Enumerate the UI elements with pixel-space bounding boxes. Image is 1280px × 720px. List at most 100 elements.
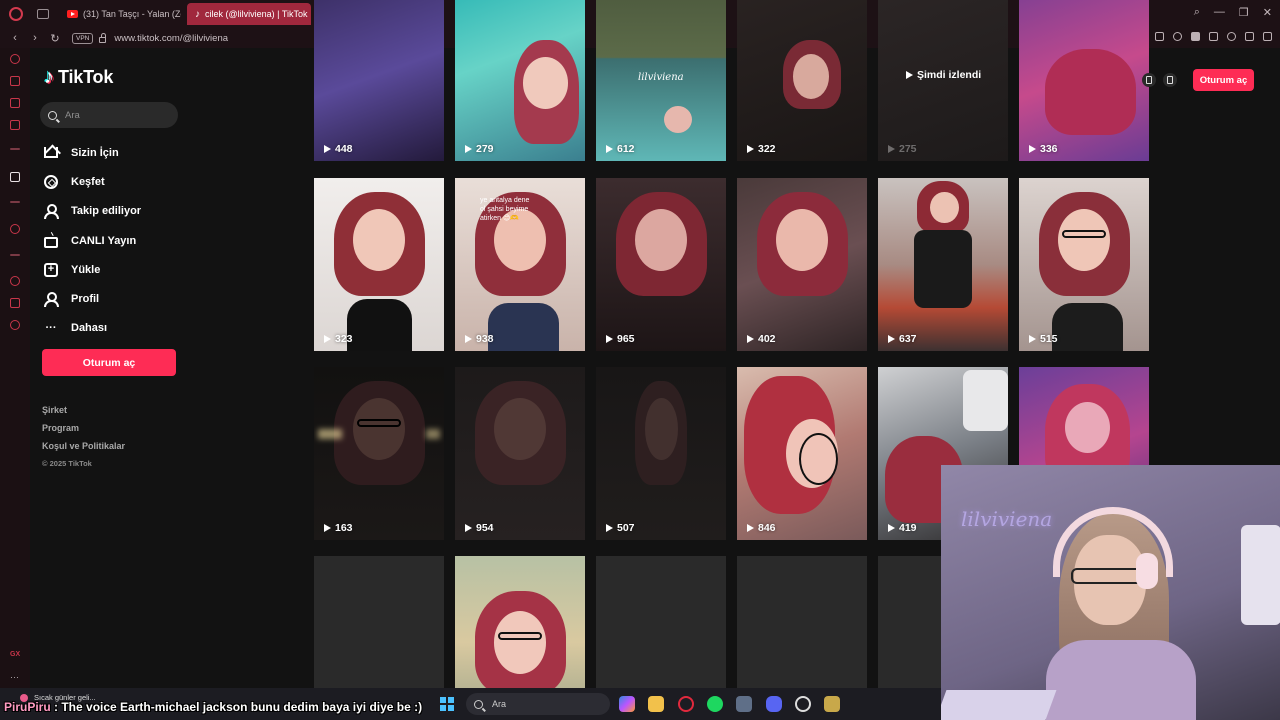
obs-icon[interactable] (795, 696, 811, 712)
sidebar-divider (10, 148, 20, 150)
nav-item-more[interactable]: ··· Dahası (44, 314, 141, 343)
search-tabs-icon[interactable]: ⌕ (1194, 6, 1200, 19)
video-thumbnail[interactable]: 965 (596, 178, 726, 351)
search-icon (474, 699, 483, 709)
video-thumbnail[interactable]: 323 (314, 178, 444, 351)
nav-item-live[interactable]: CANLI Yayın (44, 226, 141, 255)
thumb-art (962, 370, 1008, 431)
download-icon[interactable] (1245, 32, 1254, 41)
video-thumbnail[interactable]: Şimdi izlendi 275 (878, 0, 1008, 161)
live-icon (44, 234, 58, 248)
vpn-badge[interactable]: VPN (72, 32, 94, 44)
footer-program-link[interactable]: Program (42, 422, 125, 440)
copilot-icon[interactable] (619, 696, 635, 712)
thumb-art (1045, 48, 1136, 136)
video-thumbnail[interactable]: 954 (455, 367, 585, 540)
player-icon[interactable] (1155, 32, 1164, 41)
player-sidebar-icon[interactable] (10, 224, 20, 234)
coins-icon[interactable] (1142, 73, 1156, 87)
webcam-art (1046, 640, 1196, 720)
taskbar-search[interactable]: Ara (466, 693, 610, 715)
tiktok-logo[interactable]: ♪ TikTok (44, 66, 113, 89)
tab-youtube[interactable]: (31) Tan Taşçı - Yalan (Ze (59, 3, 181, 25)
play-icon (465, 145, 472, 153)
extensions-sidebar-icon[interactable] (10, 298, 20, 308)
aria-icon[interactable] (10, 172, 20, 182)
tiktok-tab-icon: ♪ (195, 8, 200, 20)
thumb-art (346, 299, 412, 351)
ext-diamond-icon[interactable] (1191, 32, 1200, 41)
profile-avatar-icon[interactable] (1227, 32, 1236, 41)
video-thumbnail[interactable]: 279 (455, 0, 585, 161)
video-thumbnail[interactable]: 515 (1019, 178, 1149, 351)
sidebar-more-icon[interactable]: ··· (10, 672, 19, 682)
heart-icon[interactable] (1173, 32, 1182, 41)
video-thumbnail[interactable]: ye antalya dene ol şahsi beyime atirken … (455, 178, 585, 351)
reload-icon[interactable]: ↻ (50, 32, 60, 45)
tab-label: cilek (@lilviviena) | TikTok (205, 9, 308, 19)
tab-tiktok[interactable]: ♪ cilek (@lilviviena) | TikTok (187, 3, 311, 25)
sidebar-divider (10, 254, 20, 256)
video-thumbnail[interactable]: 402 (737, 178, 867, 351)
video-thumbnail[interactable]: 448 (314, 0, 444, 161)
spotify-icon[interactable] (707, 696, 723, 712)
video-thumbnail[interactable]: 846 (737, 367, 867, 540)
file-explorer-icon[interactable] (648, 696, 664, 712)
minimize-button[interactable]: — (1214, 6, 1225, 19)
footer-copyright: © 2025 TikTok (42, 459, 92, 468)
speed-dial-icon[interactable] (10, 54, 20, 64)
view-count: 938 (465, 333, 494, 345)
nav-item-following[interactable]: Takip ediliyor (44, 197, 141, 226)
video-thumbnail[interactable]: 163 (314, 367, 444, 540)
maximize-button[interactable]: ❐ (1239, 6, 1249, 19)
video-thumbnail[interactable]: lilviviena 612 (596, 0, 726, 161)
headset-art (1136, 553, 1158, 589)
opera-logo-icon[interactable] (9, 7, 23, 21)
view-count: 612 (606, 143, 635, 155)
screen: (31) Tan Taşçı - Yalan (Ze ♪ cilek (@lil… (0, 0, 1280, 720)
video-thumbnail[interactable]: 507 (596, 367, 726, 540)
footer-company-link[interactable]: Şirket (42, 404, 125, 422)
url-field[interactable]: www.tiktok.com/@lilviviena (114, 33, 228, 44)
search-input[interactable] (65, 109, 165, 121)
back-icon[interactable]: ‹ (10, 32, 20, 44)
nav-item-explore[interactable]: Keşfet (44, 167, 141, 196)
history-icon[interactable] (10, 276, 20, 286)
nav-item-for-you[interactable]: Sizin İçin (44, 138, 141, 167)
nav-item-profile[interactable]: Profil (44, 284, 141, 313)
thumb-art (914, 229, 972, 308)
thumb-art (522, 57, 569, 110)
tab-manager-icon[interactable] (37, 9, 49, 19)
thumb-art (494, 611, 546, 674)
extensions-icon[interactable] (1209, 32, 1218, 41)
webcam-art (1241, 525, 1280, 625)
twitch-icon[interactable] (10, 98, 20, 108)
play-icon (1029, 335, 1036, 343)
close-button[interactable]: ✕ (1263, 6, 1272, 19)
video-thumbnail[interactable]: 322 (737, 0, 867, 161)
windows-start-icon[interactable] (440, 697, 454, 711)
settings-gear-icon[interactable] (10, 320, 20, 330)
thumb-art (318, 429, 342, 440)
messenger-icon[interactable] (10, 120, 20, 130)
forward-icon[interactable]: › (30, 32, 40, 44)
easy-setup-icon[interactable] (1263, 32, 1272, 41)
footer-terms-link[interactable]: Koşul ve Politikalar (42, 440, 125, 458)
signin-button[interactable]: Oturum aç (42, 349, 176, 376)
top-signin-button[interactable]: Oturum aç (1193, 69, 1254, 91)
search-box[interactable] (40, 102, 178, 128)
view-count: 402 (747, 333, 776, 345)
thumb-art (645, 398, 678, 461)
lock-icon[interactable] (99, 32, 107, 43)
discord-icon[interactable] (766, 696, 782, 712)
thumb-art (426, 429, 440, 440)
steam-icon[interactable] (736, 696, 752, 712)
nav-item-upload[interactable]: + Yükle (44, 255, 141, 284)
opera-gx-icon[interactable] (678, 696, 694, 712)
video-thumbnail[interactable]: 637 (878, 178, 1008, 351)
video-thumbnail[interactable]: 336 (1019, 0, 1149, 161)
bag-icon[interactable] (10, 76, 20, 86)
league-icon[interactable] (824, 696, 840, 712)
gx-label[interactable]: GX (10, 651, 20, 658)
app-download-icon[interactable] (1163, 73, 1177, 87)
